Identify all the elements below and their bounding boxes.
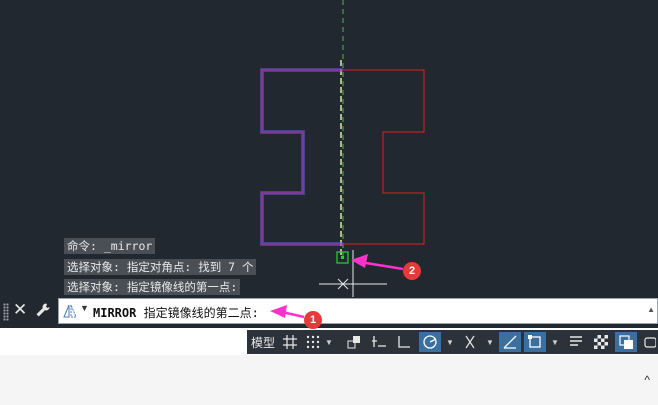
- object-snap-dropdown-icon[interactable]: ▼: [550, 332, 560, 352]
- polar-dropdown-icon[interactable]: ▼: [445, 332, 455, 352]
- bottom-panel: ^: [0, 355, 658, 405]
- ortho-icon[interactable]: [393, 332, 415, 352]
- lineweight-icon[interactable]: [565, 332, 587, 352]
- isodraft-icon[interactable]: [459, 332, 481, 352]
- mirrored-shape: [343, 69, 425, 245]
- dynamic-input-icon[interactable]: [368, 332, 390, 352]
- grid-icon[interactable]: [280, 332, 300, 352]
- annotation-monitor-icon[interactable]: [640, 332, 658, 352]
- snap-icon[interactable]: [303, 332, 323, 352]
- wrench-icon[interactable]: [35, 302, 51, 318]
- transparency-icon[interactable]: [590, 332, 612, 352]
- model-tab[interactable]: 模型: [249, 332, 277, 352]
- history-line-1: 命令: _mirror: [64, 238, 156, 254]
- infer-constraints-icon[interactable]: [343, 332, 365, 352]
- isodraft-dropdown-icon[interactable]: ▼: [485, 332, 495, 352]
- selection-cycling-icon[interactable]: [615, 332, 637, 352]
- callout-badge-2: 2: [403, 262, 421, 280]
- command-scroll-up-icon[interactable]: ▲: [647, 305, 655, 314]
- command-prompt-text: 指定镜像线的第二点:: [136, 306, 259, 320]
- callout-badge-1: 1: [304, 311, 322, 329]
- command-name: MIRROR: [93, 306, 137, 320]
- polar-icon[interactable]: [419, 332, 441, 352]
- object-snap-icon[interactable]: [524, 332, 546, 352]
- drag-grip-icon[interactable]: [3, 303, 9, 321]
- object-snap-tracking-icon[interactable]: [499, 332, 521, 352]
- history-line-3: 选择对象: 指定镜像线的第一点:: [64, 279, 241, 295]
- close-icon[interactable]: ✕: [13, 300, 27, 320]
- command-input[interactable]: ▼ MIRROR 指定镜像线的第二点: ▲: [58, 298, 658, 324]
- history-line-2: 选择对象: 指定对角点: 找到 7 个: [64, 259, 257, 275]
- status-bar: 模型 ▼ ▼ ▼ ▼: [0, 328, 658, 355]
- mirror-command-icon: [63, 304, 77, 318]
- command-prompt: MIRROR 指定镜像线的第二点:: [93, 304, 259, 321]
- command-line-bar: ✕ ▼ MIRROR 指定镜像线的第二点: ▲: [0, 297, 658, 327]
- source-shape-core: [261, 69, 343, 245]
- snap-dropdown-icon[interactable]: ▼: [324, 332, 334, 352]
- command-history-dropdown-icon[interactable]: ▼: [80, 303, 89, 313]
- drawing-canvas[interactable]: 命令: _mirror 选择对象: 指定对角点: 找到 7 个 选择对象: 指定…: [0, 0, 658, 328]
- snap-marker-center: [341, 256, 344, 259]
- status-strip: 模型 ▼ ▼ ▼ ▼: [247, 330, 658, 354]
- chevron-up-icon[interactable]: ^: [644, 373, 650, 387]
